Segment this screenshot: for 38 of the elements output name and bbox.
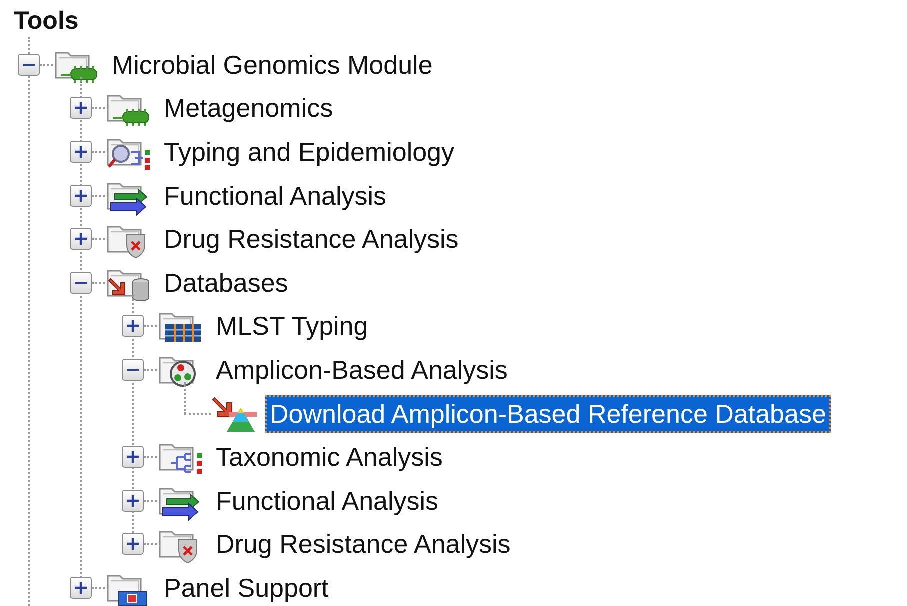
- plus-icon: [75, 233, 87, 246]
- tree-item[interactable]: Metagenomics: [159, 89, 338, 128]
- expand-toggle[interactable]: [70, 576, 92, 599]
- tree-item[interactable]: Drug Resistance Analysis: [211, 525, 516, 564]
- panel-title: Tools: [14, 6, 80, 37]
- expand-toggle[interactable]: [122, 315, 144, 338]
- expand-toggle[interactable]: [70, 140, 92, 163]
- tree-item[interactable]: Panel Support: [159, 568, 334, 606]
- plus-icon: [127, 494, 139, 507]
- tree-item[interactable]: Download Amplicon-Based Reference Database: [265, 394, 832, 433]
- collapse-toggle[interactable]: [70, 272, 92, 294]
- expand-toggle[interactable]: [122, 533, 144, 556]
- plus-icon: [127, 320, 139, 332]
- tree-item[interactable]: Taxonomic Analysis: [211, 438, 448, 476]
- plus-icon: [75, 102, 87, 114]
- tree-item[interactable]: Drug Resistance Analysis: [159, 220, 464, 258]
- tree-item[interactable]: Functional Analysis: [211, 482, 444, 520]
- expand-toggle[interactable]: [70, 184, 92, 207]
- plus-icon: [75, 190, 87, 202]
- expand-toggle[interactable]: [70, 228, 92, 250]
- plus-icon: [127, 538, 139, 550]
- expand-toggle[interactable]: [122, 490, 144, 512]
- minus-icon: [23, 64, 35, 66]
- tree-item[interactable]: Functional Analysis: [159, 176, 392, 215]
- minus-icon: [75, 282, 87, 284]
- tree-item[interactable]: Typing and Epidemiology: [159, 132, 460, 171]
- tree-item[interactable]: Amplicon-Based Analysis: [211, 350, 513, 389]
- collapse-toggle[interactable]: [122, 358, 144, 381]
- plus-icon: [75, 582, 87, 594]
- plus-icon: [127, 451, 139, 464]
- tree-item[interactable]: Microbial Genomics Module: [107, 46, 438, 84]
- expand-toggle[interactable]: [70, 97, 92, 120]
- plus-icon: [75, 146, 87, 158]
- minus-icon: [127, 368, 139, 372]
- expand-toggle[interactable]: [122, 446, 144, 468]
- collapse-toggle[interactable]: [18, 54, 40, 76]
- tree-item[interactable]: Databases: [159, 264, 294, 302]
- tree-item[interactable]: MLST Typing: [211, 307, 374, 346]
